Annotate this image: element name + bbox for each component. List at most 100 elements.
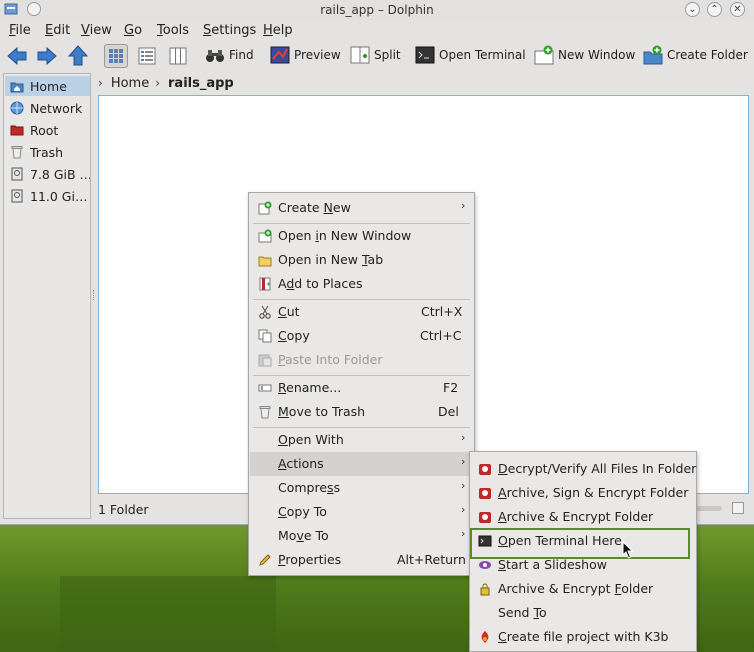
maximize-button[interactable]: ⌃ [707,2,722,17]
main-toolbar: Find Preview Split Open Terminal New Win… [0,40,754,70]
zoom-slider-knob[interactable] [732,502,744,514]
new-document-icon [258,201,272,215]
submenu-arrow-icon: › [461,479,466,492]
submenu-archive-encrypt-folder[interactable]: Archive & Encrypt Folder [471,577,697,601]
menu-move-to-trash[interactable]: Move to Trash Del [250,400,475,424]
icons-view-button[interactable] [104,44,128,68]
breadcrumb: › Home › rails_app [98,74,234,92]
shortcut-label: Alt+Return [397,552,466,567]
status-text: 1 Folder [98,502,149,517]
place-label: Network [30,100,83,116]
submenu-arrow-icon: › [461,503,466,516]
menu-properties[interactable]: Properties Alt+Return [250,548,475,572]
columns-view-button[interactable] [166,44,190,68]
new-tab-icon [258,256,272,267]
preview-icon [270,46,290,64]
menu-edit[interactable]: Edit [45,23,70,38]
find-button[interactable]: Find [205,44,254,66]
submenu-arrow-icon: › [461,527,466,540]
menu-open-new-tab[interactable]: Open in New Tab [250,248,475,272]
place-home[interactable]: Home [5,76,90,96]
shortcut-label: Del [438,404,459,419]
menu-help[interactable]: Help [263,23,293,38]
scissors-icon [259,305,271,319]
menu-open-new-window[interactable]: Open in New Window [250,224,475,248]
close-button[interactable]: ✕ [730,2,745,17]
root-folder-icon [10,125,24,136]
breadcrumb-root-arrow[interactable]: › [98,76,103,90]
network-globe-icon [10,101,24,115]
submenu-send-to[interactable]: Send To [471,601,697,625]
shortcut-label: F2 [443,380,459,395]
menu-actions[interactable]: Actions › [250,452,475,476]
place-root[interactable]: Root [5,120,90,140]
menu-rename[interactable]: Rename... F2 [250,376,475,400]
new-folder-icon [643,45,663,65]
icons-view-icon [109,49,123,63]
properties-pencil-icon [259,554,271,566]
place-trash[interactable]: Trash [5,142,90,162]
split-view-icon [350,46,370,64]
details-view-button[interactable] [135,44,159,68]
kgpg-icon [479,512,491,523]
preview-button[interactable]: Preview [270,44,341,66]
menu-file[interactable]: File [9,23,31,38]
hover-highlight-frame [470,528,690,559]
up-arrow-icon[interactable] [68,45,88,67]
place-network[interactable]: Network [5,98,90,118]
copy-icon [258,329,272,343]
menu-copy[interactable]: Copy Ctrl+C [250,324,475,348]
new-window-button[interactable]: New Window [534,44,635,66]
place-drive-2[interactable]: 11.0 Gi… [5,186,90,206]
rename-icon [258,384,272,392]
create-folder-button[interactable]: Create Folder [643,44,748,66]
menu-move-to[interactable]: Move To › [250,524,475,548]
menu-copy-to[interactable]: Copy To › [250,500,475,524]
menu-create-new[interactable]: Create New › [250,196,475,220]
trash-icon [259,406,271,419]
breadcrumb-home[interactable]: Home [111,76,149,91]
forward-arrow-icon[interactable] [36,46,58,66]
kgpg-icon [479,464,491,475]
shortcut-label: Ctrl+C [420,328,462,343]
submenu-create-k3b-project[interactable]: Create file project with K3b [471,625,697,649]
submenu-archive-encrypt[interactable]: Archive & Encrypt Folder [471,505,697,529]
new-window-label: New Window [558,48,636,62]
trash-icon [11,146,23,159]
submenu-archive-sign-encrypt[interactable]: Archive, Sign & Encrypt Folder [471,481,697,505]
find-label: Find [229,48,254,62]
menu-open-with[interactable]: Open With › [250,428,475,452]
submenu-decrypt-verify[interactable]: Decrypt/Verify All Files In Folder [471,457,697,481]
slideshow-icon [479,561,491,569]
menu-cut[interactable]: Cut Ctrl+X [250,300,475,324]
minimize-button[interactable]: ⌄ [685,2,700,17]
menu-tools[interactable]: Tools [157,23,189,38]
window-title: rails_app – Dolphin [320,3,434,17]
submenu-arrow-icon: › [461,455,466,468]
menu-add-to-places[interactable]: Add to Places [250,272,475,296]
menu-settings[interactable]: Settings [203,23,256,38]
breadcrumb-separator[interactable]: › [155,76,160,90]
home-folder-icon [10,82,24,93]
breadcrumb-current[interactable]: rails_app [168,76,234,91]
split-button[interactable]: Split [350,44,401,66]
preview-label: Preview [294,48,341,62]
open-terminal-button[interactable]: Open Terminal [415,44,526,66]
menu-view[interactable]: View [81,23,112,38]
place-label: 11.0 Gi… [30,188,88,204]
back-arrow-icon[interactable] [6,46,28,66]
columns-view-icon [169,47,187,65]
menu-go[interactable]: Go [124,23,142,38]
k3b-icon [481,631,489,643]
menu-compress[interactable]: Compress › [250,476,475,500]
menu-paste-into-folder[interactable]: Paste Into Folder [250,348,475,372]
panel-splitter[interactable] [93,290,97,300]
kgpg-icon [479,488,491,499]
places-panel: Home Network Root Trash 7.8 GiB … 11.0 G… [3,73,91,519]
place-label: Root [30,122,59,138]
title-bar[interactable]: rails_app – Dolphin ⌄ ⌃ ✕ [0,0,754,20]
new-window-icon [258,229,272,243]
split-label: Split [374,48,401,62]
place-drive-1[interactable]: 7.8 GiB … [5,164,90,184]
paste-icon [258,354,272,367]
